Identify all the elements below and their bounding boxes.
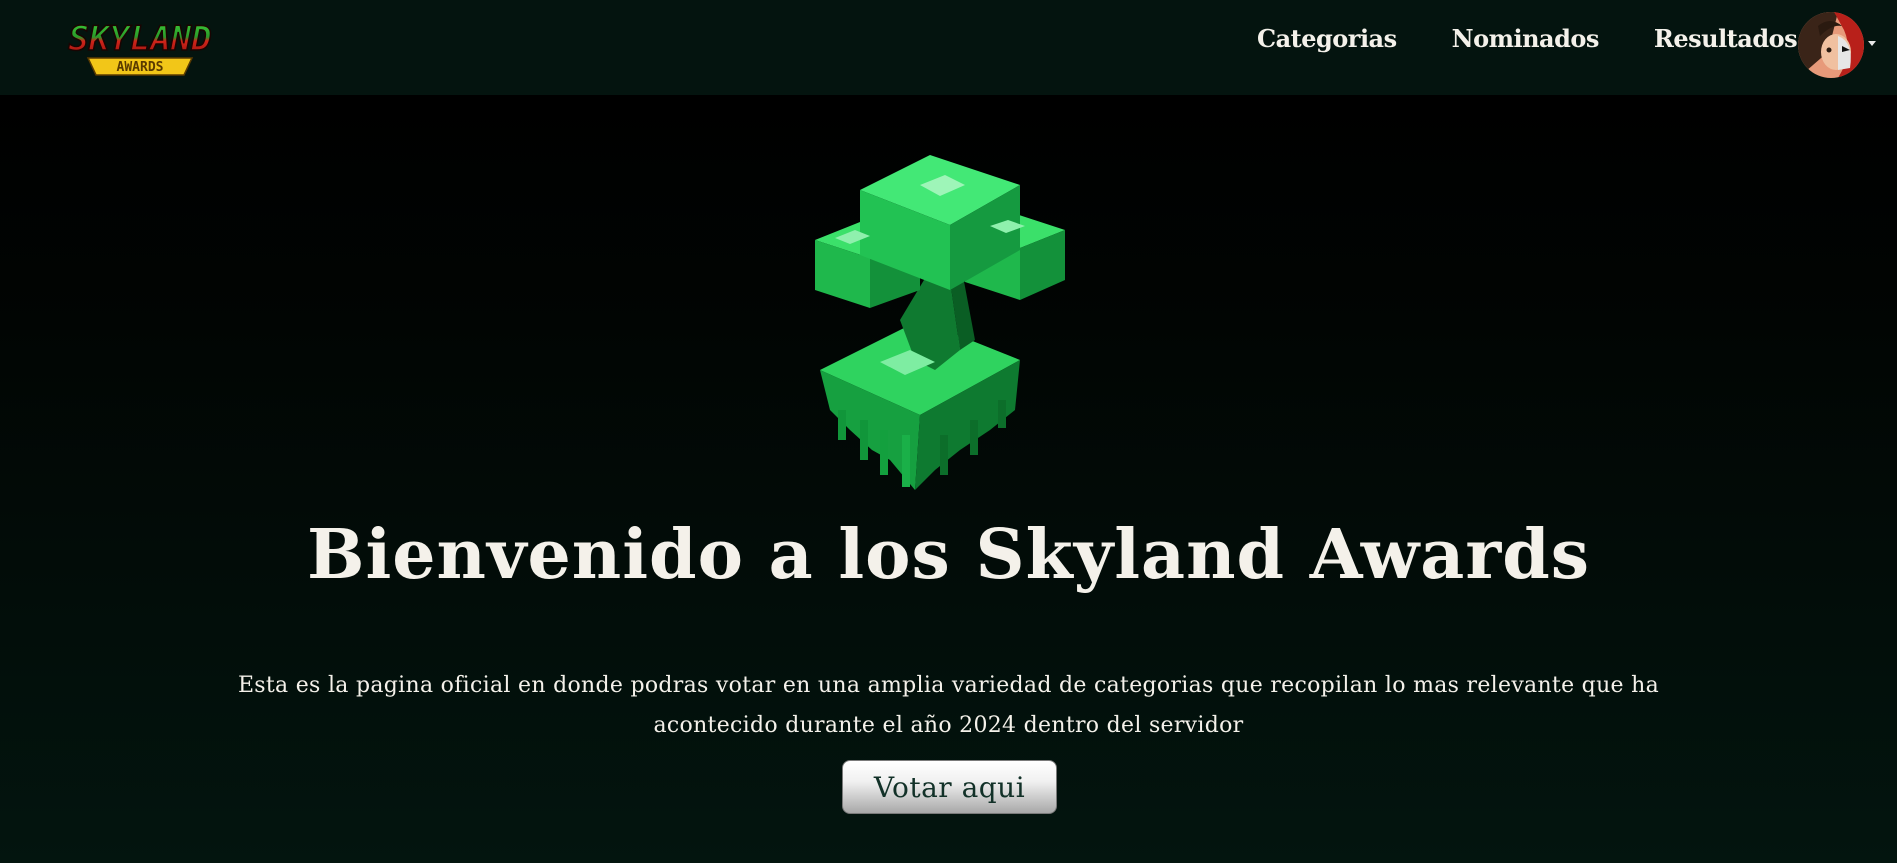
hero-title: Bienvenido a los Skyland Awards	[306, 515, 1591, 595]
logo-icon: SKYLAND AWARDS	[68, 18, 212, 76]
vote-button[interactable]: Votar aqui	[842, 760, 1057, 814]
user-menu-toggle[interactable]	[1798, 12, 1880, 80]
nav-link-categorias[interactable]: Categorias	[1257, 24, 1397, 53]
user-avatar-icon	[1798, 12, 1864, 78]
caret-down-icon	[1868, 41, 1876, 46]
top-navbar: SKYLAND AWARDS Categorias Nominados Resu…	[0, 0, 1897, 95]
svg-text:SKYLAND: SKYLAND	[68, 19, 211, 59]
svg-text:AWARDS: AWARDS	[117, 60, 164, 75]
nav-link-resultados[interactable]: Resultados	[1654, 24, 1798, 53]
emerald-tree-trophy-icon	[810, 130, 1090, 490]
hero-description: Esta es la pagina oficial en donde podra…	[237, 673, 1660, 738]
main-nav: Categorias Nominados Resultados	[1257, 24, 1798, 53]
hero-section: Bienvenido a los Skyland Awards Esta es …	[0, 95, 1897, 863]
nav-link-nominados[interactable]: Nominados	[1452, 24, 1600, 53]
skyland-awards-logo[interactable]: SKYLAND AWARDS	[50, 12, 230, 78]
